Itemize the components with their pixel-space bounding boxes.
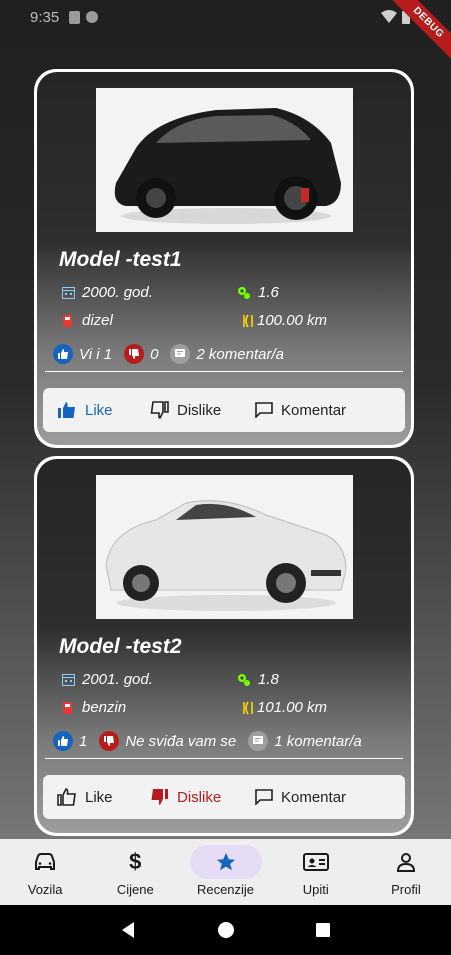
like-count-icon [53, 344, 73, 364]
car-photo [96, 88, 353, 232]
comment-icon [255, 402, 273, 418]
nav-item-upiti[interactable]: Upiti [271, 839, 361, 905]
dislike-label: Dislike [177, 788, 222, 806]
dislikes-text: 0 [150, 345, 159, 363]
person-icon [370, 845, 442, 879]
year-value: 2001. god. [82, 671, 153, 688]
dislike-count-icon [99, 731, 120, 751]
engine-value: 1.6 [258, 284, 279, 301]
mileage-spec: 100.00 km [241, 312, 327, 329]
comments-text: 1 komentar/a [274, 732, 362, 750]
car-image [96, 88, 353, 232]
mileage-value: 101.00 km [257, 699, 328, 716]
comments-text: 2 komentar/a [196, 345, 284, 363]
dislikes-text: Ne sviđa vam se [125, 732, 237, 750]
engine-spec: 1.8 [237, 671, 279, 688]
thumb-up-icon [57, 788, 76, 806]
comment-icon [255, 789, 273, 805]
like-button[interactable]: Like [57, 788, 113, 806]
back-icon[interactable] [120, 921, 138, 939]
car-image [96, 475, 353, 619]
dislike-count-icon [124, 344, 145, 364]
dislike-label: Dislike [177, 401, 222, 419]
likes-text: Vi i 1 [79, 345, 113, 363]
thumb-down-icon [151, 789, 168, 805]
dollar-icon: $ [129, 849, 142, 874]
fuel-value: dizel [82, 312, 113, 329]
likes-text: 1 [79, 732, 88, 750]
recents-icon[interactable] [314, 921, 332, 939]
action-bar: Like Dislike Komentar [43, 388, 405, 432]
year-spec: 2001. god. [61, 671, 153, 688]
model-title: Model -test2 [59, 635, 182, 658]
mileage-spec: 101.00 km [241, 699, 327, 716]
comment-count-icon [248, 731, 269, 751]
divider [45, 371, 403, 372]
gears-icon [237, 286, 251, 300]
nav-item-cijene[interactable]: $ Cijene [90, 839, 180, 905]
divider [45, 758, 403, 759]
thumb-down-icon [150, 401, 169, 419]
calendar-icon [61, 286, 75, 300]
nav-item-vozila[interactable]: Vozila [0, 839, 90, 905]
fuel-spec: benzin [61, 699, 126, 716]
fuel-icon [61, 701, 75, 715]
engine-spec: 1.6 [237, 284, 279, 301]
comment-label: Komentar [281, 788, 347, 806]
sim-icon [69, 10, 81, 24]
comment-count-icon [170, 344, 191, 364]
engine-value: 1.8 [258, 671, 279, 688]
comment-button[interactable]: Komentar [255, 789, 346, 806]
review-card[interactable]: Model -test2 2001. god. 1.8 benzin 101.0… [34, 456, 414, 836]
nav-item-profil[interactable]: Profil [361, 839, 451, 905]
comment-label: Komentar [281, 401, 347, 419]
car-icon [9, 845, 81, 879]
action-bar: Like Dislike Komentar [43, 775, 405, 819]
wifi-icon [381, 10, 397, 23]
fuel-value: benzin [82, 699, 127, 716]
home-icon[interactable] [217, 921, 235, 939]
status-icons [69, 10, 99, 24]
like-button[interactable]: Like [57, 401, 113, 419]
year-spec: 2000. god. [61, 284, 153, 301]
review-card[interactable]: Model -test1 2000. god. 1.6 dizel 100.00… [34, 69, 414, 448]
bottom-nav: Vozila $ Cijene Recenzije Upiti Profil [0, 839, 451, 905]
year-value: 2000. god. [82, 284, 153, 301]
like-label: Like [85, 788, 113, 806]
reaction-stats: 1 Ne sviđa vam se 1 komentar/a [53, 731, 374, 751]
car-photo [96, 475, 353, 619]
gears-icon [237, 673, 251, 687]
nav-label: Profil [391, 882, 421, 897]
comment-button[interactable]: Komentar [255, 402, 346, 419]
road-icon [241, 314, 255, 328]
thumb-up-icon [58, 402, 75, 418]
system-nav-bar [0, 905, 451, 955]
reaction-stats: Vi i 1 0 2 komentar/a [53, 344, 296, 364]
like-label: Like [85, 401, 113, 419]
app-notification-icon [86, 10, 99, 23]
nav-item-recenzije[interactable]: Recenzije [180, 839, 270, 905]
star-icon [189, 845, 262, 879]
dislike-button[interactable]: Dislike [149, 401, 221, 419]
fuel-spec: dizel [61, 312, 113, 329]
dislike-button[interactable]: Dislike [149, 788, 221, 806]
mileage-value: 100.00 km [257, 312, 328, 329]
road-icon [241, 701, 255, 715]
status-bar: 9:35 [0, 0, 451, 34]
nav-label: Recenzije [196, 882, 255, 897]
fuel-icon [61, 314, 75, 328]
nav-label: Upiti [302, 882, 329, 897]
like-count-icon [53, 731, 73, 751]
calendar-icon [61, 673, 75, 687]
nav-label: Vozila [27, 882, 63, 897]
nav-label: Cijene [116, 882, 154, 897]
model-title: Model -test1 [59, 248, 182, 271]
contact-card-icon [280, 845, 352, 879]
status-time: 9:35 [30, 8, 60, 26]
